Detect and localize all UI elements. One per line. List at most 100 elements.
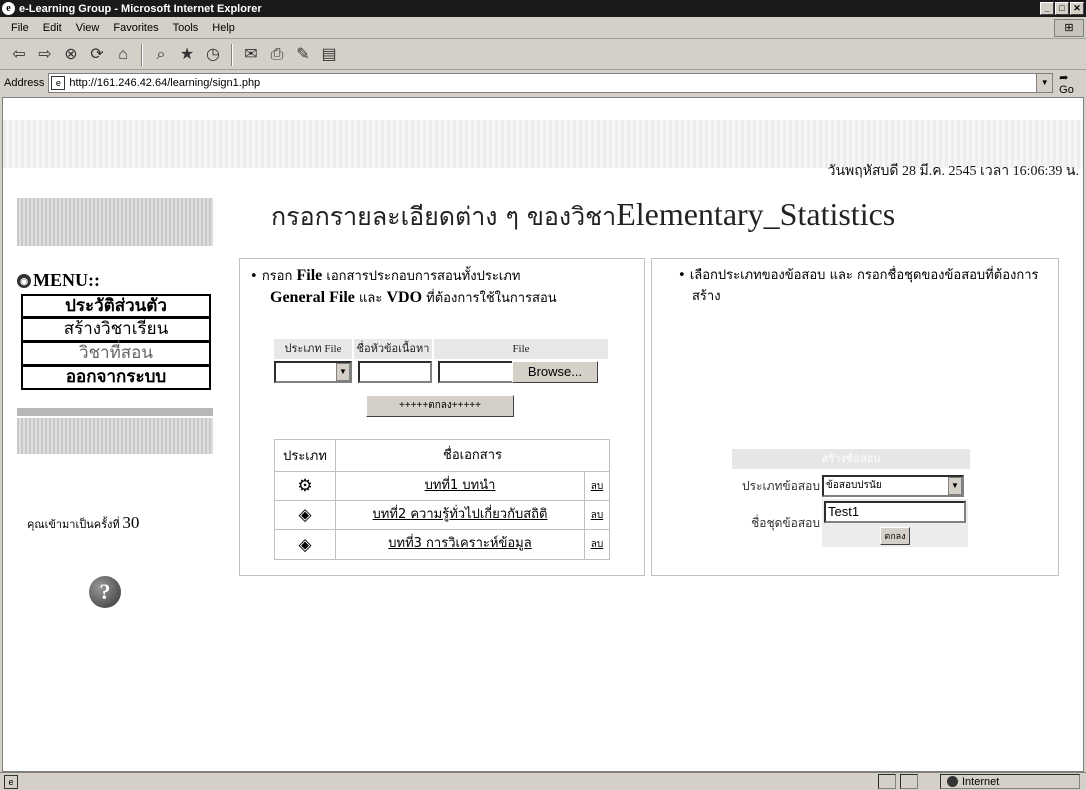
- exam-name-row: ชื่อชุดข้อสอบ Test1 ตกลง: [730, 499, 970, 547]
- go-button[interactable]: ➦ Go: [1059, 71, 1086, 96]
- file-type-select[interactable]: ▼: [274, 361, 352, 383]
- delete-link[interactable]: ลบ: [585, 479, 609, 494]
- edit-icon[interactable]: ✎: [292, 44, 314, 66]
- toolbar: ⇦ ⇨ ⊗ ⟳ ⌂ ⌕ ★ ◷ ✉ ⎙ ✎ ▤: [0, 40, 1086, 70]
- bullet-icon: •: [678, 268, 690, 283]
- exam-type-select[interactable]: ข้อสอบปรนัย ▼: [822, 475, 964, 497]
- address-url: http://161.246.42.64/learning/sign1.php: [69, 77, 261, 89]
- instruction-text: และ: [359, 291, 383, 306]
- address-dropdown-icon[interactable]: ▼: [1036, 74, 1053, 92]
- menu-item-teaching-courses[interactable]: วิชาที่สอน: [21, 342, 211, 366]
- document-table: ประเภท ชื่อเอกสาร ⚙ บทที่1 บทนำ ลบ ◈ บทท…: [274, 439, 610, 560]
- discuss-icon[interactable]: ▤: [318, 44, 340, 66]
- menu-title-text: MENU::: [33, 270, 100, 290]
- browse-button[interactable]: Browse...: [512, 361, 598, 383]
- status-segment: [900, 774, 918, 789]
- windows-logo-icon: ⊞: [1054, 19, 1084, 37]
- menu-edit[interactable]: Edit: [36, 22, 69, 34]
- home-icon[interactable]: ⌂: [112, 44, 134, 66]
- menu-file[interactable]: File: [4, 22, 36, 34]
- page-title: กรอกรายละเอียดต่าง ๆ ของวิชาElementary_S…: [271, 196, 895, 237]
- chevron-down-icon: ▼: [336, 363, 350, 381]
- delete-link[interactable]: ลบ: [585, 508, 609, 523]
- document-link[interactable]: บทที่3 การวิเคราะห์ข้อมูล: [335, 530, 585, 559]
- document-table-header: ประเภท ชื่อเอกสาร: [275, 440, 609, 472]
- address-bar: Address e http://161.246.42.64/learning/…: [0, 71, 1086, 96]
- document-link[interactable]: บทที่1 บทนำ: [335, 472, 585, 500]
- page-icon: e: [51, 76, 66, 90]
- col-file-type: ประเภท File: [274, 339, 352, 359]
- mail-icon[interactable]: ✉: [240, 44, 262, 66]
- close-button[interactable]: ✕: [1070, 2, 1084, 15]
- search-icon[interactable]: ⌕: [150, 44, 172, 66]
- document-icon: ◈: [298, 534, 312, 554]
- instruction-text: General File: [270, 289, 355, 306]
- exam-name-input[interactable]: Test1: [824, 501, 966, 523]
- exam-type-value: ข้อสอบปรนัย: [826, 480, 882, 491]
- instruction-text: เลือกประเภทของข้อสอบ และ กรอกชื่อชุดของข…: [689, 268, 1039, 304]
- sidebar-menu: ประวัติส่วนตัว สร้างวิชาเรียน วิชาที่สอน…: [21, 294, 211, 390]
- menu-item-profile[interactable]: ประวัติส่วนตัว: [21, 294, 211, 318]
- menu-view[interactable]: View: [69, 22, 107, 34]
- forward-icon[interactable]: ⇨: [34, 44, 56, 66]
- status-bar: e Internet: [0, 772, 1086, 790]
- toolbar-separator: [141, 43, 143, 66]
- ie-logo-icon: e: [2, 2, 15, 15]
- menu-tools[interactable]: Tools: [166, 22, 206, 34]
- upload-form-header: ประเภท File ชื่อหัวข้อเนื้อหา File: [274, 339, 608, 359]
- maximize-button[interactable]: □: [1055, 2, 1069, 15]
- exam-instructions: • เลือกประเภทของข้อสอบ และ กรอกชื่อชุดขอ…: [678, 265, 1054, 307]
- exam-type-row: ประเภทข้อสอบ ข้อสอบปรนัย ▼: [730, 475, 970, 497]
- visit-counter: คุณเข้ามาเป็นครั้งที่ 30: [27, 513, 139, 533]
- menu-title: ◉ MENU::: [17, 270, 100, 291]
- address-field[interactable]: e http://161.246.42.64/learning/sign1.ph…: [48, 73, 1054, 93]
- instruction-text: กรอก: [261, 269, 293, 284]
- history-icon[interactable]: ◷: [202, 44, 224, 66]
- document-icon: ⚙: [297, 476, 313, 495]
- header-name: ชื่อเอกสาร: [335, 440, 609, 471]
- menu-decoration: [17, 418, 213, 454]
- instruction-text: ที่ต้องการใช้ในการสอน: [426, 291, 557, 306]
- help-icon[interactable]: ?: [89, 576, 121, 608]
- table-row: ⚙ บทที่1 บทนำ ลบ: [275, 472, 609, 501]
- upload-form: ประเภท File ชื่อหัวข้อเนื้อหา File ▼ Bro…: [274, 339, 608, 383]
- upload-panel: • กรอก File เอกสารประกอบการสอนทั้งประเภท…: [239, 258, 645, 576]
- favorites-icon[interactable]: ★: [176, 44, 198, 66]
- go-label: Go: [1059, 83, 1074, 96]
- document-link[interactable]: บทที่2 ความรู้ทั่วไปเกี่ยวกับสถิติ: [335, 501, 585, 529]
- go-arrow-icon: ➦: [1059, 71, 1069, 84]
- menu-item-create-course[interactable]: สร้างวิชาเรียน: [21, 318, 211, 342]
- zone-label: Internet: [962, 775, 1000, 788]
- refresh-icon[interactable]: ⟳: [86, 44, 108, 66]
- upload-form-row: ▼ Browse...: [274, 361, 608, 383]
- exam-ok-button[interactable]: ตกลง: [880, 527, 910, 545]
- instruction-text: File: [296, 267, 323, 284]
- exam-panel: • เลือกประเภทของข้อสอบ และ กรอกชื่อชุดขอ…: [651, 258, 1059, 576]
- instruction-text: เอกสารประกอบการสอนทั้งประเภท: [326, 269, 521, 284]
- header-type: ประเภท: [283, 449, 327, 464]
- datetime-display: วันพฤหัสบดี 28 มี.ค. 2545 เวลา 16:06:39 …: [827, 164, 1079, 179]
- menu-bar: File Edit View Favorites Tools Help ⊞: [0, 17, 1086, 39]
- menu-help[interactable]: Help: [205, 22, 242, 34]
- title-bar: e e-Learning Group - Microsoft Internet …: [0, 0, 1086, 17]
- exam-type-label: ประเภทข้อสอบ: [742, 478, 820, 493]
- topic-input[interactable]: [358, 361, 432, 383]
- print-icon[interactable]: ⎙: [266, 44, 288, 66]
- exam-form: สร้างข้อสอบ ประเภทข้อสอบ ข้อสอบปรนัย ▼ ชื…: [730, 449, 970, 547]
- table-row: ◈ บทที่2 ความรู้ทั่วไปเกี่ยวกับสถิติ ลบ: [275, 501, 609, 530]
- minimize-button[interactable]: _: [1040, 2, 1054, 15]
- file-path-input[interactable]: [438, 361, 514, 383]
- menu-favorites[interactable]: Favorites: [106, 22, 165, 34]
- col-topic: ชื่อหัวข้อเนื้อหา: [354, 339, 432, 359]
- back-icon[interactable]: ⇦: [8, 44, 30, 66]
- upload-submit-button[interactable]: +++++ตกลง+++++: [366, 395, 514, 417]
- stop-icon[interactable]: ⊗: [60, 44, 82, 66]
- exam-name-label: ชื่อชุดข้อสอบ: [751, 515, 820, 530]
- col-file: File: [434, 339, 608, 359]
- delete-link[interactable]: ลบ: [585, 537, 609, 552]
- page-status-icon: e: [4, 774, 18, 789]
- page-content: วันพฤหัสบดี 28 มี.ค. 2545 เวลา 16:06:39 …: [2, 97, 1084, 772]
- menu-divider: [17, 408, 213, 416]
- menu-item-logout[interactable]: ออกจากระบบ: [21, 366, 211, 390]
- document-icon: ◈: [298, 505, 312, 524]
